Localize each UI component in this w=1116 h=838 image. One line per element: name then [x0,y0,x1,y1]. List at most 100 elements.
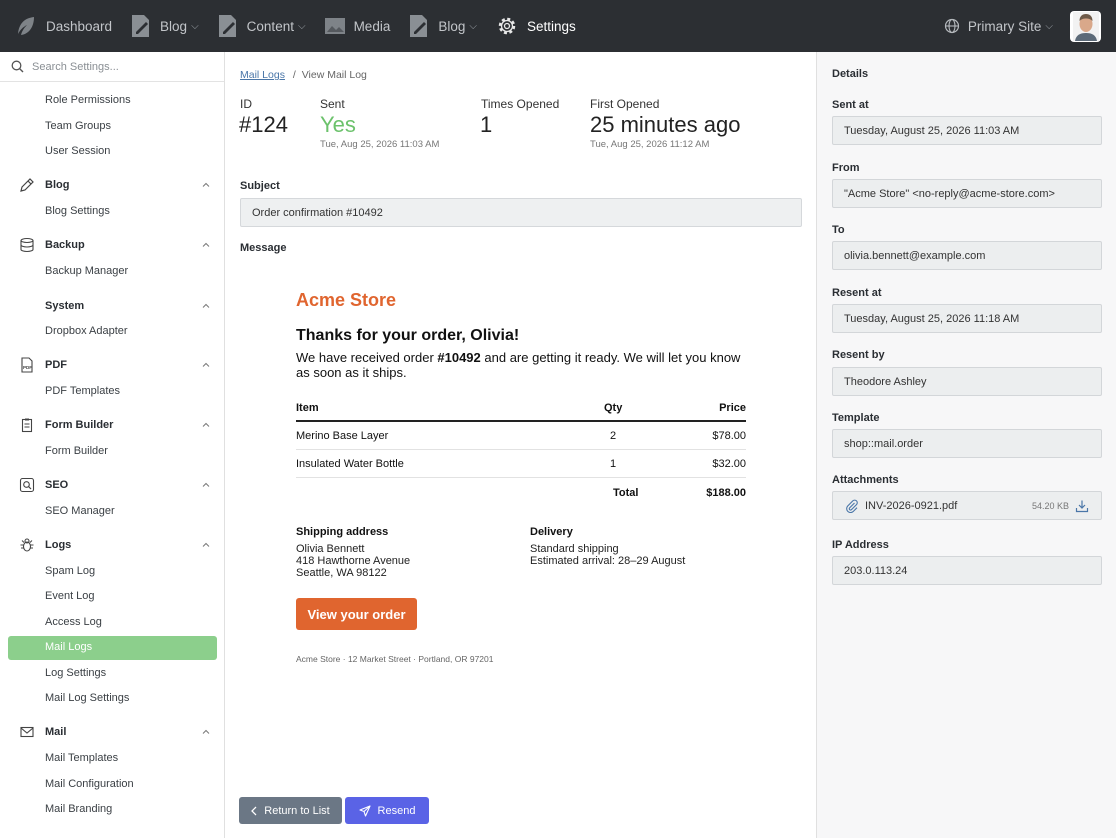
sidebar-item-access-log[interactable]: Access Log [45,616,102,628]
sidebar-item-seo-manager[interactable]: SEO Manager [45,505,115,517]
sidebar-item-user-session[interactable]: User Session [45,145,110,157]
detail-field-from[interactable]: "Acme Store" <no-reply@acme-store.com> [832,179,1102,208]
chevron-up-icon [202,729,210,734]
chevron-up-icon [202,542,210,547]
stat-opened-label: Times Opened [481,97,560,111]
sidebar-item-spam-log[interactable]: Spam Log [45,565,95,577]
shipping-line: 418 Hawthorne Avenue [296,555,411,567]
nav-label: Media [353,18,391,34]
sidebar-group-seo[interactable]: SEO [0,475,224,495]
sidebar-item-dropbox-adapter[interactable]: Dropbox Adapter [45,325,128,337]
sidebar-group-blog[interactable]: Blog [0,175,224,195]
stat-first-opened-timestamp: Tue, Aug 25, 2026 11:12 AM [590,139,710,150]
table-header-qty: Qty [604,402,623,414]
nav-right: Primary Site ⌵ [935,0,1116,52]
sidebar-item-event-log[interactable]: Event Log [45,590,95,602]
sidebar-item-mail-templates[interactable]: Mail Templates [45,752,118,764]
download-icon[interactable] [1075,499,1089,513]
sidebar-group-mail[interactable]: Mail [0,722,224,742]
nav-blog[interactable]: Blog ⌵ [121,0,208,52]
detail-field-template[interactable]: shop::mail.order [832,429,1102,458]
sidebar-item-mail-logs[interactable]: Mail Logs [45,641,92,653]
stat-sent-label: Sent [320,97,345,111]
document-pen-icon [132,15,150,37]
sidebar-group-label: Backup [45,239,85,251]
detail-label-attachments: Attachments [832,474,899,486]
detail-label-resent-at: Resent at [832,287,882,299]
button-label: Resend [377,804,416,817]
nav-dashboard[interactable]: Dashboard [0,0,121,52]
sidebar-item-team-groups[interactable]: Team Groups [45,120,111,132]
view-order-button[interactable]: View your order [296,598,417,630]
sidebar-item-form-builder[interactable]: Form Builder [45,445,108,457]
nav-media[interactable]: Media [315,0,400,52]
breadcrumb: Mail Logs / View Mail Log [240,69,367,81]
table-row-rule [296,449,746,450]
search-icon [11,60,24,73]
return-to-list-button[interactable]: Return to List [239,797,342,824]
sidebar-group-logs[interactable]: Logs [0,535,224,555]
sidebar-group-system[interactable]: System [0,296,224,316]
nav-label: Dashboard [46,18,113,34]
detail-field-resent-by[interactable]: Theodore Ashley [832,367,1102,396]
nav-settings[interactable]: Settings [486,0,585,52]
image-icon [324,18,345,34]
attachment-size: 54.20 KB [1031,500,1069,511]
gear-icon [498,17,516,35]
sidebar-item-pdf-templates[interactable]: PDF Templates [45,385,120,397]
attachment-name[interactable]: INV-2026-0921.pdf [865,500,957,512]
detail-field-resent-at[interactable]: Tuesday, August 25, 2026 11:18 AM [832,304,1102,333]
sidebar-group-label: Mail [45,726,67,738]
stat-sent-timestamp: Tue, Aug 25, 2026 11:03 AM [320,139,440,150]
email-body-pre: We have received order [296,350,438,365]
chevron-up-icon [202,422,210,427]
site-label: Primary Site [967,18,1042,34]
resend-button[interactable]: Resend [345,797,429,824]
breadcrumb-current: View Mail Log [301,69,367,81]
avatar[interactable] [1070,10,1101,42]
table-row-item: Merino Base Layer [296,430,389,442]
sidebar-group-form-builder[interactable]: Form Builder [0,415,224,435]
details-heading: Details [832,68,869,80]
shipping-line: Seattle, WA 98122 [296,567,387,579]
sidebar-item-backup-manager[interactable]: Backup Manager [45,265,128,277]
chevron-down-icon: ⌵ [297,20,306,32]
details-panel: Details Sent at Tuesday, August 25, 2026… [816,52,1116,838]
delivery-line: Estimated arrival: 28–29 August [530,555,686,567]
search-input[interactable] [32,60,212,73]
breadcrumb-link-mail-logs[interactable]: Mail Logs [240,69,285,81]
chevron-left-icon [251,806,257,815]
attachment-row[interactable]: INV-2026-0921.pdf 54.20 KB [832,491,1102,520]
detail-label-to: To [832,224,845,236]
detail-field-to[interactable]: olivia.bennett@example.com [832,241,1102,270]
sidebar-item-mail-configuration[interactable]: Mail Configuration [45,778,134,790]
detail-field-ip-address[interactable]: 203.0.113.24 [832,556,1102,585]
database-icon [19,237,34,253]
envelope-icon [19,726,34,738]
sidebar-item-blog-settings[interactable]: Blog Settings [45,205,110,217]
svg-text:PDF: PDF [23,365,32,370]
sidebar-item-mail-branding[interactable]: Mail Branding [45,803,112,815]
sidebar-group-label: Form Builder [45,419,114,431]
sidebar-group-label: System [45,300,85,312]
sidebar-group-backup[interactable]: Backup [0,235,224,255]
sidebar-item-role-permissions[interactable]: Role Permissions [45,94,131,106]
shipping-line: Olivia Bennett [296,543,365,555]
subject-field[interactable]: Order confirmation #10492 [240,198,802,227]
sidebar-item-mail-log-settings[interactable]: Mail Log Settings [45,692,129,704]
document-pen-icon [218,15,236,37]
feather-logo-icon [18,17,34,35]
stat-sent-value: Yes [320,112,356,137]
nav-content[interactable]: Content ⌵ [208,0,315,52]
chevron-down-icon: ⌵ [1045,20,1053,32]
site-switcher[interactable]: Primary Site ⌵ [935,0,1062,52]
stat-id-value: #124 [239,112,288,137]
nav-blog-2[interactable]: Blog ⌵ [399,0,486,52]
detail-label-resent-by: Resent by [832,349,885,361]
detail-field-sent-at[interactable]: Tuesday, August 25, 2026 11:03 AM [832,116,1102,145]
sidebar-item-log-settings[interactable]: Log Settings [45,667,106,679]
nav-label: Settings [526,18,576,34]
sidebar-group-pdf[interactable]: PDF PDF [0,355,224,375]
email-body: We have received order #10492 and are ge… [296,350,746,380]
email-brand: Acme Store [296,290,397,310]
